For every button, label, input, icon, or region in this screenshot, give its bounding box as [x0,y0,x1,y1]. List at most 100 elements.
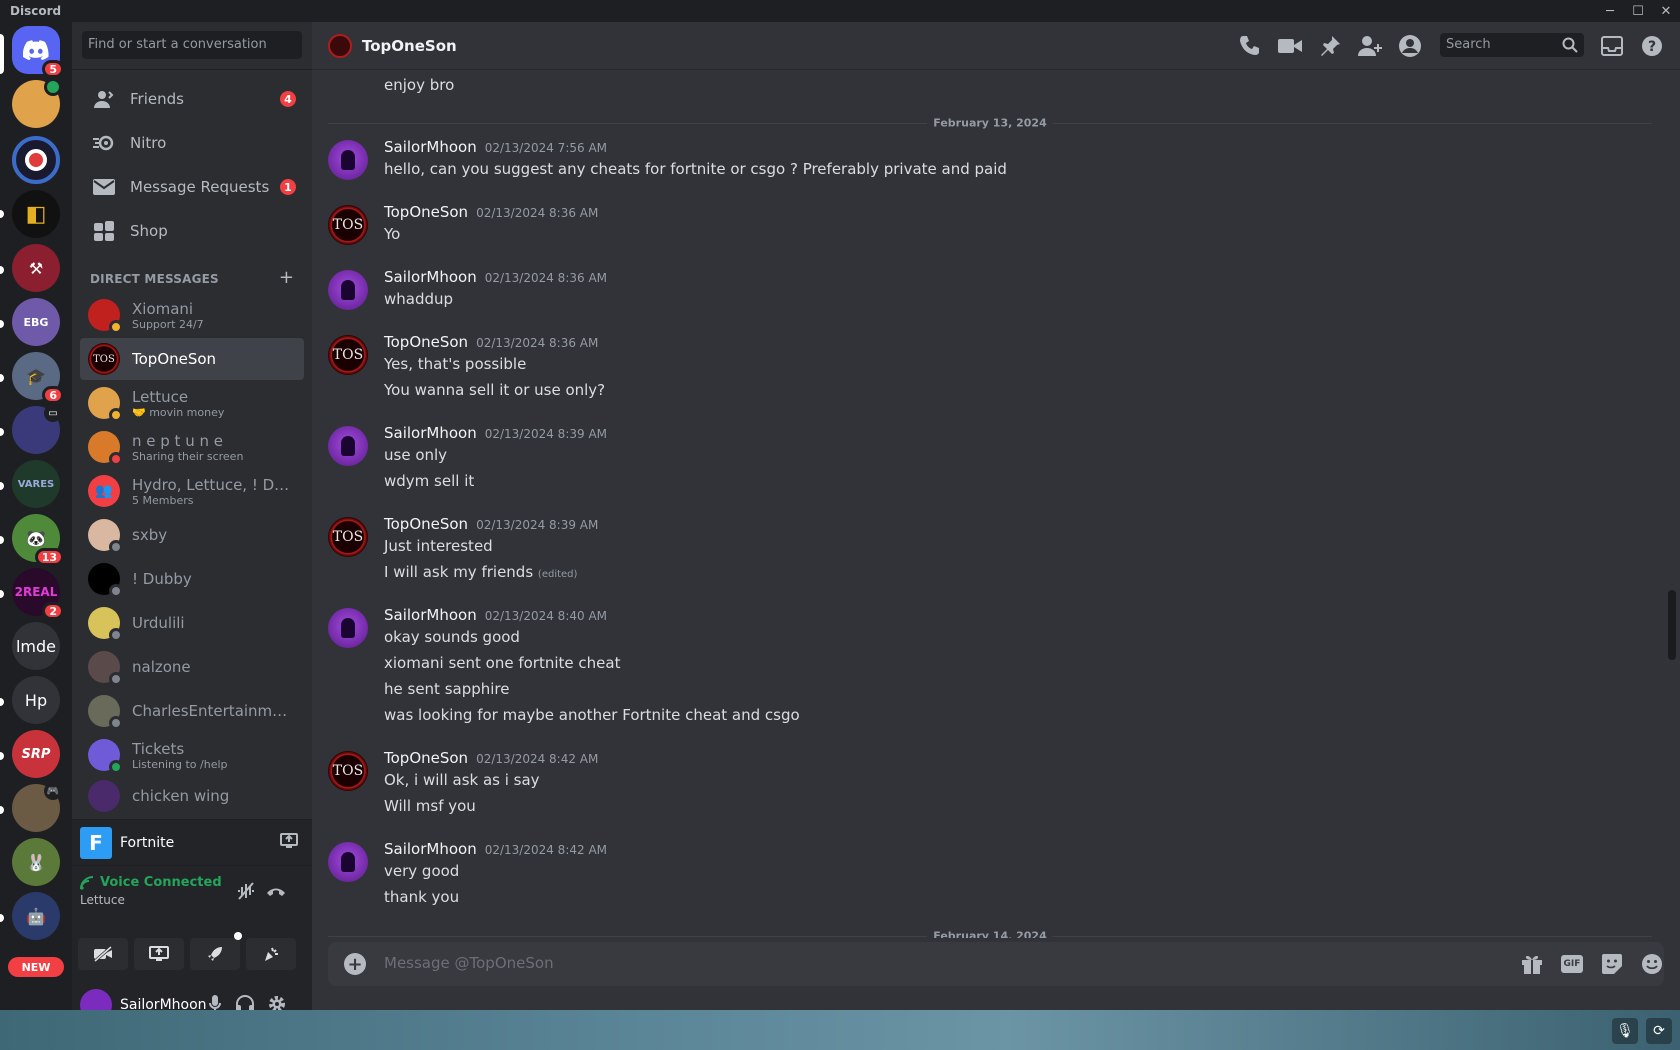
author-name[interactable]: TopOneSon [384,203,468,221]
dm-item[interactable]: CharlesEntertainmen... [80,690,304,732]
dm-item[interactable]: Xiomani Support 24/7 [80,294,304,336]
server-icon[interactable]: 🎮 [12,782,62,832]
nav-message-requests[interactable]: Message Requests 1 [80,166,304,208]
dm-item[interactable]: Tickets Listening to /help [80,734,304,776]
server-icon[interactable]: 🐼 13 [12,514,64,566]
nav-shop[interactable]: Shop [80,210,304,252]
message-author[interactable]: SailorMhoon 02/13/2024 8:42 AM [384,840,607,858]
server-icon[interactable] [12,78,62,128]
microphone-tray-icon[interactable]: 🎙 [1612,1018,1638,1044]
server-icon[interactable]: 2REAL 2 [12,568,64,620]
user-profile-icon[interactable] [1398,34,1422,58]
author-avatar[interactable] [328,270,368,310]
message-group: TOS TopOneSon 02/13/2024 8:42 AM Ok, i will… [328,749,1628,833]
voice-call-icon[interactable] [1238,34,1262,58]
video-call-icon[interactable] [1278,34,1302,58]
screen-share-icon[interactable] [280,833,298,849]
server-icon[interactable]: EBG [12,298,60,346]
home-button[interactable]: 5 [12,26,64,78]
search-icon [1562,37,1578,53]
soundboard-button[interactable] [246,938,296,970]
author-name[interactable]: SailorMhoon [384,138,477,156]
sticker-icon[interactable] [1600,952,1624,976]
dm-item[interactable]: sxby [80,514,304,556]
server-icon[interactable]: ◧ [12,190,60,238]
dm-item[interactable]: ! Dubby [80,558,304,600]
inbox-icon[interactable] [1600,34,1624,58]
share-screen-button[interactable] [134,938,184,970]
author-name[interactable]: TopOneSon [384,333,468,351]
message-author[interactable]: TopOneSon 02/13/2024 8:39 AM [384,515,598,533]
chat-search-input[interactable]: Search [1440,33,1584,57]
server-icon[interactable]: 🐰 [12,838,60,886]
server-icon[interactable]: 🤖 [12,892,60,940]
server-icon[interactable]: 🎓 6 [12,352,64,404]
activities-rocket-button[interactable] [190,932,242,970]
signal-icon [80,875,94,890]
search-conversation-input[interactable]: Find or start a conversation [82,31,302,59]
nav-label: Shop [130,222,168,240]
close-button[interactable]: ✕ [1652,0,1680,22]
author-avatar[interactable] [328,426,368,466]
server-icon[interactable]: ⚒ [12,244,60,292]
gift-icon[interactable] [1520,952,1544,976]
nav-label: Nitro [130,134,167,152]
author-name[interactable]: SailorMhoon [384,840,477,858]
server-lmde[interactable]: lmde [12,622,60,670]
author-avatar[interactable]: TOS [328,205,368,245]
scrollbar-thumb[interactable] [1668,590,1676,660]
maximize-button[interactable]: ☐ [1624,0,1652,22]
dm-status: 🤝 movin money [132,405,225,419]
author-name[interactable]: SailorMhoon [384,424,477,442]
message-author[interactable]: TopOneSon 02/13/2024 8:36 AM [384,333,598,351]
friends-icon [92,87,116,111]
attach-plus-icon[interactable]: + [344,953,366,975]
camera-off-button[interactable] [78,938,128,970]
dm-item[interactable]: 👥 Hydro, Lettuce, ! Dub... 5 Members [80,470,304,512]
avatar [88,299,123,334]
author-avatar[interactable] [328,140,368,180]
refresh-tray-icon[interactable]: ⟳ [1646,1018,1672,1044]
dm-item[interactable]: Urdulili [80,602,304,644]
dm-item[interactable]: Lettuce 🤝 movin money [80,382,304,424]
author-name[interactable]: TopOneSon [384,749,468,767]
author-name[interactable]: TopOneSon [384,515,468,533]
nav-nitro[interactable]: Nitro [80,122,304,164]
dm-item[interactable]: n e p t u n e Sharing their screen [80,426,304,468]
server-icon[interactable]: ▭ [12,404,62,454]
message-author[interactable]: SailorMhoon 02/13/2024 8:36 AM [384,268,607,286]
emoji-icon[interactable] [1640,952,1664,976]
noise-suppression-icon[interactable] [234,879,258,903]
message-composer[interactable]: + Message @TopOneSon GIF [328,942,1664,986]
server-icon[interactable]: VARES [12,460,60,508]
help-icon[interactable]: ? [1640,34,1664,58]
server-icon[interactable] [12,136,60,184]
message-author[interactable]: TopOneSon 02/13/2024 8:36 AM [384,203,598,221]
pinned-messages-icon[interactable] [1318,34,1342,58]
gif-picker-icon[interactable]: GIF [1560,952,1584,976]
shop-icon [92,219,116,243]
author-avatar[interactable]: TOS [328,517,368,557]
message-author[interactable]: TopOneSon 02/13/2024 8:42 AM [384,749,598,767]
server-icon[interactable]: SRP [12,730,60,778]
message-author[interactable]: SailorMhoon 02/13/2024 8:39 AM [384,424,607,442]
dm-item[interactable]: chicken wing [80,778,304,814]
disconnect-call-icon[interactable] [264,879,288,903]
add-friends-icon[interactable] [1358,34,1382,58]
message-author[interactable]: SailorMhoon 02/13/2024 7:56 AM [384,138,607,156]
dm-item-active[interactable]: TOS TopOneSon [80,338,304,380]
author-avatar[interactable]: TOS [328,751,368,791]
dm-item[interactable]: nalzone [80,646,304,688]
voice-channel[interactable]: Lettuce [80,893,125,907]
author-name[interactable]: SailorMhoon [384,606,477,624]
server-hp[interactable]: Hp [12,676,60,724]
notification-badge: 6 [42,386,64,404]
author-name[interactable]: SailorMhoon [384,268,477,286]
minimize-button[interactable]: ─ [1596,0,1624,22]
nav-friends[interactable]: Friends 4 [80,78,304,120]
author-avatar[interactable] [328,608,368,648]
create-dm-plus-icon[interactable]: + [279,267,294,288]
author-avatar[interactable]: TOS [328,335,368,375]
author-avatar[interactable] [328,842,368,882]
message-author[interactable]: SailorMhoon 02/13/2024 8:40 AM [384,606,607,624]
